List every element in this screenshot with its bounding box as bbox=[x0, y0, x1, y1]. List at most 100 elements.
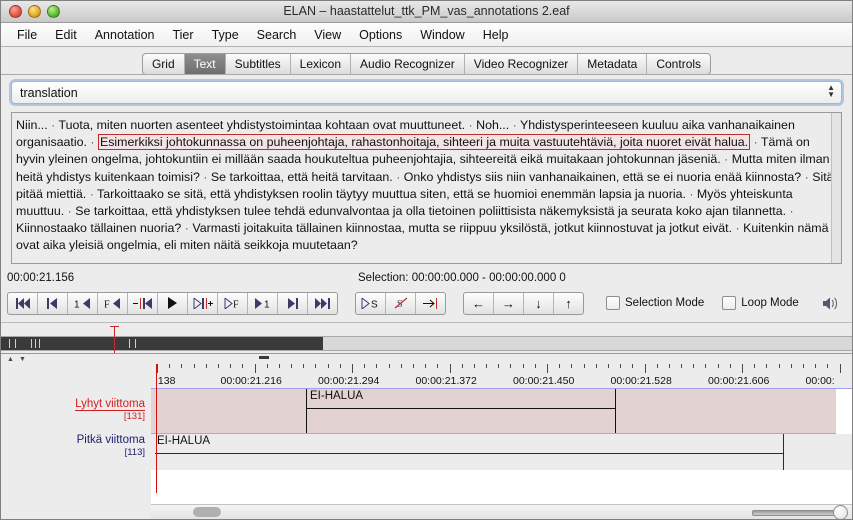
text-segment[interactable]: Tarkoittaako se sitä, että yhdistyksen r… bbox=[97, 187, 686, 201]
tier-row-lyhyt-viittoma[interactable]: EI-HALUA bbox=[151, 389, 836, 434]
collapse-down-icon[interactable]: ▼ bbox=[19, 356, 26, 363]
menu-window[interactable]: Window bbox=[411, 26, 473, 44]
text-segment-separator: · bbox=[465, 118, 477, 132]
tier-selector[interactable]: translation ▲ ▼ bbox=[11, 81, 842, 104]
selection-mode-checkbox[interactable]: Selection Mode bbox=[606, 296, 704, 310]
selection-mode-box[interactable] bbox=[606, 296, 620, 310]
loop-mode-box[interactable] bbox=[722, 296, 737, 310]
next-frame-f-button[interactable]: F bbox=[218, 292, 248, 314]
speaker-icon[interactable] bbox=[821, 296, 840, 311]
go-to-end-button[interactable] bbox=[308, 293, 337, 314]
menu-tier[interactable]: Tier bbox=[163, 26, 202, 44]
annotation-lyhyt-viittoma[interactable]: EI-HALUA bbox=[306, 389, 616, 433]
tab-metadata[interactable]: Metadata bbox=[578, 54, 648, 74]
text-segment-separator: · bbox=[199, 169, 211, 184]
pixel-left-button[interactable] bbox=[128, 292, 158, 314]
tab-controls[interactable]: Controls bbox=[647, 54, 710, 74]
play-pause-button[interactable] bbox=[158, 292, 188, 314]
transport-bar: 1 F F 1 S ← → ↓ ↑ Selection Mode Loop Mo… bbox=[1, 290, 852, 316]
previous-annotation-button[interactable]: ← bbox=[464, 292, 494, 314]
text-segment[interactable]: Se tarkoittaa, että yhdistyksen tulee te… bbox=[75, 204, 786, 218]
text-segment[interactable]: Tuota, miten nuorten asenteet yhdistysto… bbox=[58, 118, 465, 132]
timeline-horizontal-scrollbar[interactable] bbox=[151, 504, 852, 519]
menu-search[interactable]: Search bbox=[248, 26, 306, 44]
menu-file[interactable]: File bbox=[8, 26, 46, 44]
menu-options[interactable]: Options bbox=[350, 26, 411, 44]
ruler-tick bbox=[656, 364, 658, 368]
density-bar[interactable] bbox=[1, 336, 852, 351]
menu-type[interactable]: Type bbox=[203, 26, 248, 44]
tab-text[interactable]: Text bbox=[184, 54, 226, 74]
timeline-scrollbar-thumb[interactable] bbox=[193, 507, 221, 517]
timeline-zoom-slider[interactable] bbox=[752, 505, 848, 519]
tab-video-recognizer[interactable]: Video Recognizer bbox=[465, 54, 579, 74]
text-segment[interactable]: Kiinnostaako tällainen nuoria? bbox=[16, 221, 181, 235]
menu-help[interactable]: Help bbox=[474, 26, 518, 44]
text-segment[interactable]: Onko yhdistys siis niin vanhanaikainen, … bbox=[404, 170, 801, 184]
ruler-label: .138 bbox=[155, 375, 176, 387]
ruler-label: 00:00:21.294 bbox=[318, 375, 380, 387]
ruler-tick bbox=[230, 364, 232, 368]
annotation-pitka-viittoma[interactable]: EI-HALUA bbox=[155, 434, 784, 470]
zoom-slider-track[interactable] bbox=[752, 510, 844, 516]
annotation-density-viewer[interactable]: ▭ bbox=[1, 322, 852, 360]
menu-view[interactable]: View bbox=[305, 26, 350, 44]
timeline-body: Lyhyt viittoma [131] Pitkä viittoma [113… bbox=[1, 364, 852, 519]
tier-label-pitka-viittoma[interactable]: Pitkä viittoma [113] bbox=[77, 434, 145, 459]
timeline-crosshair[interactable] bbox=[156, 364, 157, 493]
ruler-tick bbox=[205, 364, 207, 368]
text-segment[interactable]: Se tarkoittaa, että heitä tarvitaan. bbox=[211, 170, 393, 184]
svg-text:F: F bbox=[233, 299, 239, 309]
pixel-right-button[interactable] bbox=[188, 292, 218, 314]
clear-selection-button[interactable]: S bbox=[386, 292, 416, 314]
tier-name-column: Lyhyt viittoma [131] Pitkä viittoma [113… bbox=[1, 364, 152, 519]
text-viewer-scrollbar[interactable] bbox=[831, 113, 841, 263]
previous-frame-button[interactable]: 1 bbox=[68, 292, 98, 314]
selection-button-group: S S bbox=[355, 291, 446, 315]
tab-lexicon[interactable]: Lexicon bbox=[291, 54, 352, 74]
collapse-up-icon[interactable]: ▲ bbox=[7, 356, 14, 363]
next-annotation-button[interactable]: → bbox=[494, 292, 524, 314]
ruler-tick bbox=[802, 364, 804, 368]
loop-mode-checkbox[interactable]: Loop Mode bbox=[722, 296, 799, 310]
ruler-tick bbox=[193, 364, 195, 368]
ruler-tick bbox=[790, 364, 792, 368]
text-segment[interactable]: Noh... bbox=[476, 118, 509, 132]
tab-grid[interactable]: Grid bbox=[143, 54, 185, 74]
previous-scroll-view-button[interactable] bbox=[38, 292, 68, 314]
next-scroll-view-button[interactable] bbox=[278, 292, 308, 314]
ruler-tick bbox=[425, 364, 427, 368]
timeline-corner bbox=[1, 505, 152, 519]
text-segment-active[interactable]: Esimerkiksi johtokunnassa on puheenjohta… bbox=[97, 134, 751, 151]
move-crosshair-to-selection-button[interactable] bbox=[416, 293, 445, 314]
timeline-drag-handle[interactable] bbox=[259, 356, 269, 359]
tier-row-pitka-viittoma[interactable]: EI-HALUA bbox=[151, 434, 852, 470]
timeline-empty-area[interactable] bbox=[151, 470, 852, 505]
time-ruler[interactable]: .138 00:00:21.216 00:00:21.294 00:00:21.372… bbox=[151, 364, 852, 389]
menu-edit[interactable]: Edit bbox=[46, 26, 86, 44]
ruler-tick bbox=[278, 364, 280, 368]
text-segment[interactable]: Varmasti joitakuita tällainen kiinnostaa… bbox=[192, 221, 732, 235]
text-viewer[interactable]: Niin... · Tuota, miten nuorten asenteet … bbox=[11, 112, 842, 264]
text-segment[interactable]: Niin... bbox=[16, 118, 48, 132]
previous-frame-f-button[interactable]: F bbox=[98, 292, 128, 314]
tab-subtitles[interactable]: Subtitles bbox=[226, 54, 291, 74]
menu-annotation[interactable]: Annotation bbox=[86, 26, 164, 44]
annotation-down-button[interactable]: ↓ bbox=[524, 292, 554, 314]
tier-label-lyhyt-viittoma[interactable]: Lyhyt viittoma [131] bbox=[75, 398, 145, 423]
text-segment-separator: · bbox=[732, 221, 744, 236]
tab-audio-recognizer[interactable]: Audio Recognizer bbox=[351, 54, 465, 74]
ruler-tick bbox=[303, 364, 305, 368]
timeline-viewer: ▲ ▼ Lyhyt viittoma [131] Pitkä viittoma … bbox=[1, 353, 852, 519]
annotation-up-button[interactable]: ↑ bbox=[554, 293, 583, 314]
ruler-tick bbox=[827, 364, 829, 368]
current-time-display: 00:00:21.156 bbox=[7, 272, 75, 284]
play-selection-button[interactable]: S bbox=[356, 292, 386, 314]
ruler-tick bbox=[291, 364, 293, 368]
zoom-slider-knob[interactable] bbox=[833, 505, 848, 519]
next-frame-button[interactable]: 1 bbox=[248, 292, 278, 314]
go-to-begin-button[interactable] bbox=[8, 292, 38, 314]
text-segment-separator: · bbox=[509, 118, 520, 132]
annotation-lyhyt-underline bbox=[307, 408, 615, 409]
tabstrip-divider bbox=[1, 74, 852, 75]
